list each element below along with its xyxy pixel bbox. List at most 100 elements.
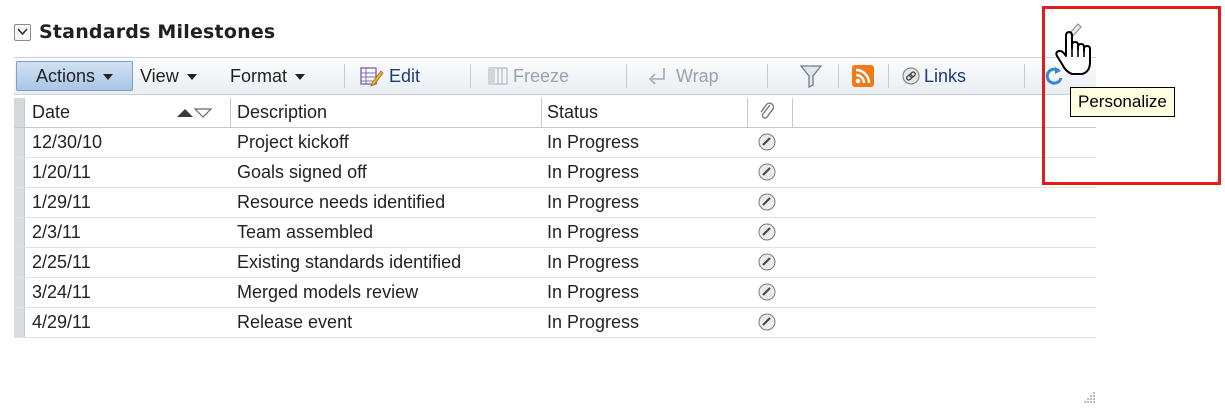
link-icon[interactable] bbox=[758, 223, 776, 241]
link-icon[interactable] bbox=[758, 283, 776, 301]
row-header-stub[interactable] bbox=[14, 188, 25, 217]
link-icon[interactable] bbox=[758, 253, 776, 271]
link-cell[interactable] bbox=[758, 128, 776, 157]
actions-menu[interactable]: Actions bbox=[16, 61, 133, 91]
format-menu[interactable]: Format bbox=[230, 58, 306, 94]
description-cell: Resource needs identified bbox=[237, 192, 446, 212]
date-cell: 1/20/11 bbox=[32, 162, 91, 182]
link-cell[interactable] bbox=[758, 158, 776, 187]
row-header-stub[interactable] bbox=[14, 278, 25, 307]
link-icon[interactable] bbox=[758, 163, 776, 181]
sort-descending-icon[interactable] bbox=[193, 108, 213, 118]
table-row[interactable]: 2/3/11 Team assembled In Progress bbox=[14, 218, 1096, 248]
status-cell: In Progress bbox=[547, 162, 640, 182]
table-row[interactable]: 3/24/11 Merged models review In Progress bbox=[14, 278, 1096, 308]
view-menu[interactable]: View bbox=[140, 58, 197, 94]
description-cell: Release event bbox=[237, 312, 353, 332]
hand-cursor-icon bbox=[1054, 30, 1094, 83]
link-cell[interactable] bbox=[758, 278, 776, 307]
date-cell: 12/30/10 bbox=[32, 132, 103, 152]
column-divider[interactable] bbox=[230, 98, 231, 127]
chevron-down-icon bbox=[103, 74, 114, 80]
link-cell[interactable] bbox=[758, 248, 776, 277]
freeze-button[interactable]: Freeze bbox=[488, 58, 569, 94]
toolbar-divider bbox=[344, 64, 345, 88]
column-header-links[interactable] bbox=[758, 98, 776, 127]
toolbar-divider bbox=[767, 64, 768, 88]
table-row[interactable]: 1/20/11 Goals signed off In Progress bbox=[14, 158, 1096, 188]
link-cell[interactable] bbox=[758, 188, 776, 217]
freeze-icon bbox=[488, 67, 508, 85]
link-icon[interactable] bbox=[758, 313, 776, 331]
freeze-label: Freeze bbox=[513, 65, 570, 86]
milestones-table: Date Description Status 12/30/10 Project… bbox=[14, 98, 1096, 338]
filter-icon bbox=[800, 65, 822, 88]
toolbar-divider bbox=[470, 64, 471, 88]
rss-button[interactable] bbox=[852, 58, 874, 94]
status-cell: In Progress bbox=[547, 132, 640, 152]
link-cell[interactable] bbox=[758, 218, 776, 247]
description-cell: Goals signed off bbox=[237, 162, 367, 182]
column-divider[interactable] bbox=[792, 98, 793, 127]
date-cell: 1/29/11 bbox=[32, 192, 91, 212]
row-header-stub[interactable] bbox=[14, 248, 25, 277]
panel-title: Standards Milestones bbox=[39, 21, 276, 43]
actions-menu-label: Actions bbox=[35, 65, 96, 86]
status-cell: In Progress bbox=[547, 282, 640, 302]
sort-controls[interactable] bbox=[176, 98, 213, 127]
table-row[interactable]: 4/29/11 Release event In Progress bbox=[14, 308, 1096, 338]
table-row[interactable]: 2/25/11 Existing standards identified In… bbox=[14, 248, 1096, 278]
format-menu-label: Format bbox=[230, 65, 288, 86]
chevron-down-icon bbox=[295, 74, 306, 80]
link-icon bbox=[902, 67, 920, 85]
row-header-stub[interactable] bbox=[14, 128, 25, 157]
resize-grip-icon[interactable] bbox=[1084, 387, 1096, 408]
collapse-icon[interactable] bbox=[14, 23, 31, 41]
edit-icon bbox=[360, 67, 384, 87]
date-cell: 4/29/11 bbox=[32, 312, 91, 332]
status-cell: In Progress bbox=[547, 312, 640, 332]
column-header-status[interactable]: Status bbox=[547, 98, 598, 127]
wrap-button[interactable]: Wrap bbox=[646, 58, 719, 94]
filter-button[interactable] bbox=[800, 58, 822, 94]
sort-ascending-icon[interactable] bbox=[177, 109, 193, 117]
date-cell: 2/3/11 bbox=[32, 222, 81, 242]
toolbar: Actions View Format Edit Freeze Wrap Lin… bbox=[14, 57, 1096, 95]
personalize-tooltip: Personalize bbox=[1070, 87, 1175, 117]
row-header-stub bbox=[14, 98, 25, 127]
column-divider[interactable] bbox=[541, 98, 542, 127]
table-row[interactable]: 12/30/10 Project kickoff In Progress bbox=[14, 128, 1096, 158]
date-cell: 3/24/11 bbox=[32, 282, 91, 302]
status-cell: In Progress bbox=[547, 222, 640, 242]
panel-header: Standards Milestones bbox=[14, 18, 275, 46]
edit-label: Edit bbox=[389, 65, 421, 86]
rss-icon bbox=[852, 65, 874, 87]
toolbar-divider bbox=[626, 64, 627, 88]
link-cell[interactable] bbox=[758, 308, 776, 337]
links-button[interactable]: Links bbox=[902, 58, 966, 94]
status-cell: In Progress bbox=[547, 252, 640, 272]
chevron-down-icon bbox=[186, 74, 197, 80]
link-icon[interactable] bbox=[758, 193, 776, 211]
edit-button[interactable]: Edit bbox=[360, 58, 420, 94]
column-divider[interactable] bbox=[747, 98, 748, 127]
description-cell: Team assembled bbox=[237, 222, 374, 242]
row-header-stub[interactable] bbox=[14, 158, 25, 187]
row-header-stub[interactable] bbox=[14, 308, 25, 337]
links-label: Links bbox=[924, 65, 967, 86]
toolbar-divider bbox=[888, 64, 889, 88]
paperclip-icon bbox=[760, 102, 775, 119]
description-cell: Merged models review bbox=[237, 282, 419, 302]
link-icon[interactable] bbox=[758, 133, 776, 151]
table-header-row: Date Description Status bbox=[14, 98, 1096, 128]
description-cell: Existing standards identified bbox=[237, 252, 462, 272]
column-header-date[interactable]: Date bbox=[32, 98, 70, 127]
table-row[interactable]: 1/29/11 Resource needs identified In Pro… bbox=[14, 188, 1096, 218]
view-menu-label: View bbox=[140, 65, 179, 86]
status-cell: In Progress bbox=[547, 192, 640, 212]
date-cell: 2/25/11 bbox=[32, 252, 91, 272]
row-header-stub[interactable] bbox=[14, 218, 25, 247]
wrap-label: Wrap bbox=[676, 65, 719, 86]
column-header-description[interactable]: Description bbox=[237, 98, 327, 127]
toolbar-divider bbox=[1024, 64, 1025, 88]
